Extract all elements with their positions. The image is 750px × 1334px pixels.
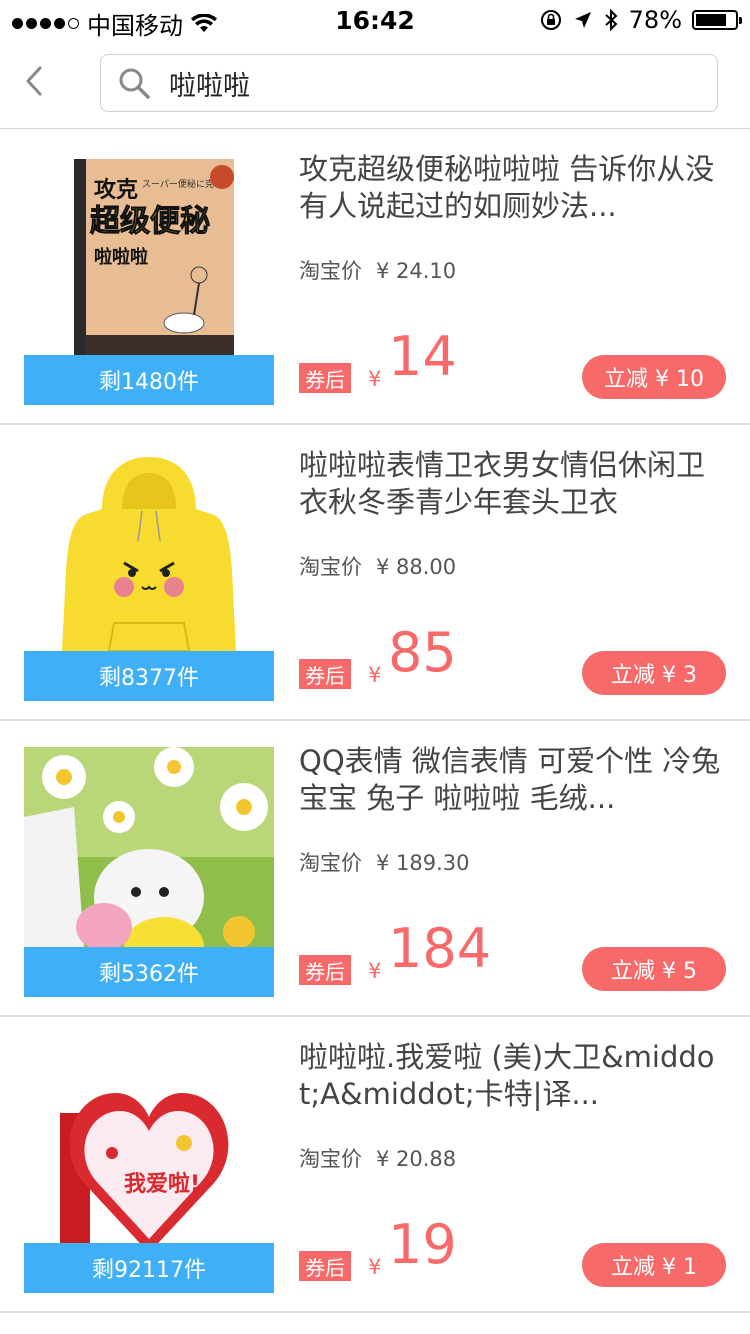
- back-icon[interactable]: [14, 56, 54, 106]
- discount-button[interactable]: 立减 ¥ 10: [582, 355, 726, 399]
- coupon-tag: 券后: [299, 659, 351, 689]
- remaining-stock: 剩5362件: [24, 947, 274, 997]
- currency-symbol: ¥: [368, 1255, 382, 1279]
- taobao-price-label: 淘宝价: [299, 259, 362, 283]
- product-item[interactable]: 我爱啦! 剩92117件 啦啦啦.我爱啦 (美)大卫&middot;A&midd…: [0, 1017, 750, 1313]
- final-price: 85: [388, 621, 457, 684]
- coupon-tag: 券后: [299, 1251, 351, 1281]
- remaining-stock: 剩8377件: [24, 651, 274, 701]
- remaining-stock: 剩1480件: [24, 355, 274, 405]
- book-cover-subtitle: 啦啦啦: [94, 246, 148, 268]
- book-cover-top-line: 攻克: [94, 177, 138, 203]
- product-item[interactable]: 剩5362件 QQ表情 微信表情 可爱个性 冷兔宝宝 兔子 啦啦啦 毛绒... …: [0, 721, 750, 1017]
- currency-symbol: ¥: [368, 959, 382, 983]
- taobao-price-label: 淘宝价: [299, 555, 362, 579]
- book-cover-image[interactable]: 攻克 超级便秘 啦啦啦 スーパー便秘に克つ! 剩1480件: [24, 155, 274, 405]
- taobao-price-value: ¥ 24.10: [376, 259, 457, 283]
- status-right: 78%: [539, 6, 742, 34]
- final-price: 14: [388, 325, 457, 388]
- taobao-price: 淘宝价 ¥ 189.30: [299, 847, 470, 877]
- product-title[interactable]: 攻克超级便秘啦啦啦 告诉你从没有人说起过的如厕妙法...: [299, 151, 724, 225]
- taobao-price: 淘宝价 ¥ 88.00: [299, 551, 456, 581]
- search-header: [0, 40, 750, 129]
- taobao-price: 淘宝价 ¥ 20.88: [299, 1143, 456, 1173]
- taobao-price-value: ¥ 189.30: [376, 851, 470, 875]
- search-input[interactable]: [167, 66, 671, 100]
- taobao-price: 淘宝价 ¥ 24.10: [299, 255, 456, 285]
- taobao-price-value: ¥ 20.88: [376, 1147, 457, 1171]
- taobao-price-value: ¥ 88.00: [376, 555, 457, 579]
- plush-toy-image[interactable]: 剩5362件: [24, 747, 274, 997]
- heart-book-image[interactable]: 我爱啦! 剩92117件: [24, 1043, 274, 1293]
- discount-button[interactable]: 立减 ¥ 3: [582, 651, 726, 695]
- final-price: 184: [388, 917, 492, 980]
- discount-button[interactable]: 立减 ¥ 5: [582, 947, 726, 991]
- taobao-price-label: 淘宝价: [299, 1147, 362, 1171]
- currency-symbol: ¥: [368, 663, 382, 687]
- rotation-lock-icon: [540, 10, 561, 30]
- yellow-hoodie-image[interactable]: 剩8377件: [24, 451, 274, 701]
- status-bar: 中国移动 16:42 78%: [0, 0, 750, 40]
- battery-percent: 78%: [628, 6, 682, 34]
- product-title[interactable]: QQ表情 微信表情 可爱个性 冷兔宝宝 兔子 啦啦啦 毛绒...: [299, 743, 724, 817]
- currency-symbol: ¥: [368, 367, 382, 391]
- product-title[interactable]: 啦啦啦表情卫衣男女情侣休闲卫衣秋冬季青少年套头卫衣: [299, 447, 724, 521]
- remaining-stock: 剩92117件: [24, 1243, 274, 1293]
- search-box[interactable]: [100, 54, 718, 112]
- product-item[interactable]: 剩8377件 啦啦啦表情卫衣男女情侣休闲卫衣秋冬季青少年套头卫衣 淘宝价 ¥ 88…: [0, 425, 750, 721]
- location-arrow-icon: [574, 12, 591, 28]
- search-icon: [119, 68, 150, 99]
- battery-icon: [692, 10, 742, 30]
- product-item[interactable]: 攻克 超级便秘 啦啦啦 スーパー便秘に克つ! 剩1480件 攻克超级便秘啦啦啦 …: [0, 129, 750, 425]
- book-cover-main-title: 超级便秘: [90, 204, 210, 239]
- bluetooth-icon: [604, 8, 618, 32]
- product-list: 攻克 超级便秘 啦啦啦 スーパー便秘に克つ! 剩1480件 攻克超级便秘啦啦啦 …: [0, 129, 750, 1313]
- discount-button[interactable]: 立减 ¥ 1: [582, 1243, 726, 1287]
- final-price: 19: [388, 1213, 457, 1276]
- heart-book-title: 我爱啦!: [124, 1171, 200, 1197]
- coupon-tag: 券后: [299, 363, 351, 393]
- product-title[interactable]: 啦啦啦.我爱啦 (美)大卫&middot;A&middot;卡特|译...: [299, 1039, 724, 1113]
- coupon-tag: 券后: [299, 955, 351, 985]
- taobao-price-label: 淘宝价: [299, 851, 362, 875]
